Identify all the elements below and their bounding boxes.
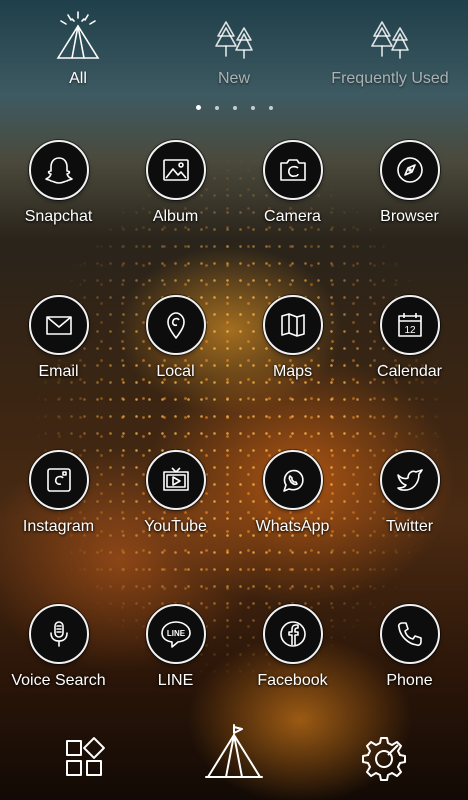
- app-voice-search[interactable]: Voice Search: [0, 604, 117, 714]
- app-icon-badge: [262, 295, 323, 355]
- app-icon-badge: [262, 140, 323, 200]
- app-icon-badge: LINE: [145, 604, 206, 664]
- app-icon-badge: 12: [379, 295, 440, 355]
- app-label: Local: [156, 363, 195, 380]
- app-icon-badge: [262, 450, 323, 510]
- settings-gear-icon: [362, 737, 406, 781]
- app-label: Album: [152, 208, 199, 225]
- app-label: Phone: [386, 672, 433, 689]
- app-label: Voice Search: [11, 672, 106, 689]
- page-dot[interactable]: [268, 105, 273, 110]
- app-icon-badge: [28, 604, 89, 664]
- app-calendar[interactable]: 12 Calendar: [351, 295, 468, 405]
- app-instagram[interactable]: Instagram: [0, 450, 117, 560]
- envelope-icon: [45, 316, 72, 335]
- app-label: Instagram: [22, 518, 95, 535]
- app-label: Maps: [272, 363, 313, 380]
- app-icon-badge: [379, 604, 440, 664]
- app-icon-badge: [145, 450, 206, 510]
- instagram-icon: [46, 468, 71, 492]
- app-drawer-button[interactable]: [54, 728, 114, 788]
- picture-icon: [162, 159, 189, 181]
- trees-icon: [215, 21, 253, 59]
- app-whatsapp[interactable]: WhatsApp: [234, 450, 351, 560]
- app-maps[interactable]: Maps: [234, 295, 351, 405]
- app-icon-badge: [145, 295, 206, 355]
- tent-icon: [56, 11, 100, 59]
- app-label: Email: [38, 363, 79, 380]
- app-browser[interactable]: Browser: [351, 140, 468, 250]
- facebook-icon: [279, 621, 306, 647]
- app-snapchat[interactable]: Snapchat: [0, 140, 117, 250]
- folded-map-icon: [280, 313, 305, 337]
- tab-new-label: New: [217, 70, 250, 87]
- app-icon-badge: [379, 140, 440, 200]
- page-indicator: [0, 99, 468, 111]
- phone-icon: [397, 622, 422, 647]
- microphone-icon: [49, 621, 68, 647]
- line-bubble-icon: LINE: [160, 621, 191, 648]
- category-tabs: All New Frequently Used: [0, 0, 468, 100]
- app-icon-badge: [262, 604, 323, 664]
- ghost-icon: [44, 157, 73, 184]
- compass-icon: [396, 157, 423, 183]
- app-local[interactable]: Local: [117, 295, 234, 405]
- app-phone[interactable]: Phone: [351, 604, 468, 714]
- tab-frequently-used-label: Frequently Used: [331, 70, 449, 87]
- trees-icon: [371, 21, 409, 59]
- app-label: LINE: [157, 672, 194, 689]
- tab-all[interactable]: All: [0, 6, 158, 94]
- whatsapp-icon: [282, 469, 304, 492]
- settings-button[interactable]: [354, 728, 414, 788]
- app-icon-badge: [379, 450, 440, 510]
- home-button[interactable]: [204, 722, 264, 782]
- app-album[interactable]: Album: [117, 140, 234, 250]
- app-label: YouTube: [144, 518, 207, 535]
- calendar-day: 12: [404, 325, 416, 336]
- app-icon-badge: [28, 140, 89, 200]
- app-grid-icon: [66, 737, 105, 776]
- page-dot[interactable]: [250, 105, 255, 110]
- app-label: Browser: [380, 208, 439, 225]
- tent-icon: [205, 724, 263, 778]
- calendar-icon: 12: [397, 313, 422, 337]
- page-dot[interactable]: [232, 105, 237, 110]
- app-icon-badge: [28, 450, 89, 510]
- line-badge-text: LINE: [166, 629, 185, 638]
- tab-frequently-used[interactable]: Frequently Used: [310, 6, 468, 94]
- map-pin-icon: [166, 312, 185, 339]
- app-label: Snapchat: [24, 208, 93, 225]
- app-label: Twitter: [385, 518, 434, 535]
- page-dot[interactable]: [195, 105, 201, 111]
- bird-icon: [396, 469, 423, 491]
- app-facebook[interactable]: Facebook: [234, 604, 351, 714]
- app-icon-badge: [145, 140, 206, 200]
- app-label: WhatsApp: [255, 518, 330, 535]
- app-icon-badge: [28, 295, 89, 355]
- tv-play-icon: [162, 467, 189, 491]
- app-youtube[interactable]: YouTube: [117, 450, 234, 560]
- tab-new[interactable]: New: [154, 6, 314, 94]
- app-email[interactable]: Email: [0, 295, 117, 405]
- app-label: Facebook: [257, 672, 328, 689]
- bottom-dock: [0, 720, 468, 800]
- camera-icon: [279, 159, 306, 181]
- app-line[interactable]: LINE LINE: [117, 604, 234, 714]
- app-camera[interactable]: Camera: [234, 140, 351, 250]
- tab-all-label: All: [69, 70, 87, 87]
- app-twitter[interactable]: Twitter: [351, 450, 468, 560]
- page-dot[interactable]: [214, 105, 219, 110]
- app-label: Camera: [264, 208, 321, 225]
- app-label: Calendar: [377, 363, 442, 380]
